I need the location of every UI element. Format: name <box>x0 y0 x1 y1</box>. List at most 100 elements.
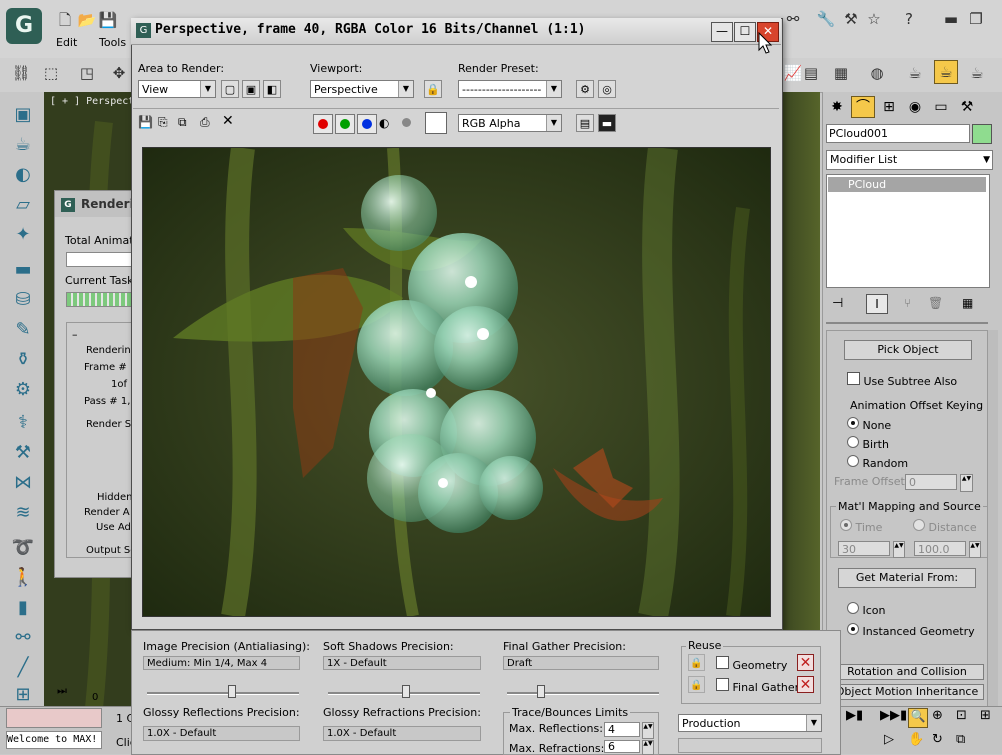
distance-spinner-arrows[interactable]: ▲▼ <box>969 541 981 558</box>
next-frame-icon[interactable]: ▶▶▮ <box>880 708 907 723</box>
render-frame-icon[interactable]: ☕ <box>904 62 926 84</box>
fov-icon[interactable]: ▷ <box>884 732 894 747</box>
lock-viewport-icon[interactable]: 🔒 <box>424 80 442 98</box>
render-preset-dropdown[interactable]: -------------------- ▼ <box>458 80 562 98</box>
bucket-icon[interactable]: ⚱ <box>10 347 36 373</box>
make-unique-icon[interactable]: ⑂ <box>904 296 911 310</box>
use-subtree-checkbox[interactable]: Use Subtree Also <box>847 372 957 388</box>
save-icon[interactable]: 💾 <box>97 9 119 31</box>
clone-frame-icon[interactable]: ⧉ <box>178 115 187 130</box>
clip-icon[interactable]: ▮ <box>10 595 36 621</box>
time-radio[interactable]: Time <box>840 519 882 534</box>
time-radio-dot[interactable] <box>840 519 852 531</box>
display-tab-icon[interactable]: ▭ <box>929 96 953 118</box>
quick-render-icon[interactable]: ☕ <box>966 62 988 84</box>
favorites-star-icon[interactable]: ☆ <box>863 8 885 30</box>
collapse-toggle[interactable]: – <box>72 328 78 341</box>
time-config-icon[interactable]: ⏭ <box>57 684 67 698</box>
copy-image-icon[interactable]: ⎘ <box>158 115 168 130</box>
time-spinner[interactable]: 30 <box>838 541 890 556</box>
cylinder-icon[interactable]: ⛁ <box>10 287 36 313</box>
hierarchy-tab-icon[interactable]: ⊞ <box>877 96 901 118</box>
frame-maximize-button[interactable]: ☐ <box>734 22 756 42</box>
rotation-collision-rollout[interactable]: Rotation and Collision <box>830 664 984 680</box>
new-file-icon[interactable]: 🗋 <box>54 9 76 31</box>
schematic-view-icon[interactable]: ▤ <box>800 62 822 84</box>
configure-sets-icon[interactable]: ▦ <box>962 296 973 310</box>
viewport-label[interactable]: [ + ] Perspect <box>50 96 134 107</box>
loop-icon[interactable]: ➰ <box>10 535 36 561</box>
instanced-geometry-radio[interactable]: Instanced Geometry <box>847 623 975 638</box>
soft-shadows-slider-thumb[interactable] <box>402 685 410 698</box>
use-subtree-check[interactable] <box>847 372 860 385</box>
distance-spinner[interactable]: 100.0 <box>914 541 966 556</box>
menu-tools[interactable]: Tools <box>99 36 126 49</box>
glossy-refractions-value[interactable]: 1.0X - Default <box>323 726 481 741</box>
red-channel-button[interactable] <box>313 114 333 134</box>
icon-radio[interactable]: Icon <box>847 602 886 617</box>
wave-icon[interactable]: ≋ <box>10 500 36 526</box>
auto-region-icon[interactable]: ▣ <box>242 80 260 98</box>
show-end-result-icon[interactable]: I <box>866 294 888 314</box>
max-refractions-spinner[interactable]: 6 <box>604 740 640 753</box>
get-material-button[interactable]: Get Material From: <box>838 568 976 588</box>
play-back-icon[interactable]: ▶▮ <box>846 708 863 723</box>
final-gather-check[interactable] <box>716 678 729 691</box>
save-image-icon[interactable]: 💾 <box>138 115 153 129</box>
max-reflections-spinner[interactable]: 4 <box>604 722 640 737</box>
alpha-channel-icon[interactable]: ◐ <box>379 116 389 130</box>
offset-random-radio-dot[interactable] <box>847 455 859 467</box>
object-color-swatch[interactable] <box>972 124 992 144</box>
link-icon[interactable]: ⚯ <box>10 625 36 651</box>
edit-region-icon[interactable]: ▢ <box>221 80 239 98</box>
preset-production-dropdown[interactable]: Production ▼ <box>678 714 822 732</box>
final-gather-slider-thumb[interactable] <box>537 685 545 698</box>
area-to-render-dropdown[interactable]: View ▼ <box>138 80 216 98</box>
final-gather-slider[interactable] <box>507 692 659 695</box>
star-shape-icon[interactable]: ✦ <box>10 222 36 248</box>
select-object-icon[interactable]: ◳ <box>76 62 98 84</box>
create-box-icon[interactable]: ▣ <box>10 102 36 128</box>
offset-none-radio-dot[interactable] <box>847 417 859 429</box>
image-precision-slider[interactable] <box>147 692 299 695</box>
minimize-app-icon[interactable]: ▬ <box>940 8 962 30</box>
object-name-field[interactable]: PCloud001 <box>826 124 970 143</box>
distance-radio-dot[interactable] <box>913 519 925 531</box>
pick-object-button[interactable]: Pick Object <box>844 340 972 360</box>
clear-geometry-cache-icon[interactable]: ✕ <box>797 654 814 671</box>
help-icon[interactable]: ? <box>898 8 920 30</box>
spline-icon[interactable]: ⋈ <box>10 470 36 496</box>
welcome-text[interactable]: Welcome to MAX! <box>6 731 102 749</box>
offset-random-radio[interactable]: Random <box>847 455 908 470</box>
color-swatch[interactable] <box>425 112 447 134</box>
glossy-reflections-value[interactable]: 1.0X - Default <box>143 726 300 741</box>
render-setup-icon[interactable]: ◍ <box>866 62 888 84</box>
app-logo-icon[interactable]: G <box>6 8 42 44</box>
wrench-icon[interactable]: 🔧 <box>815 8 837 30</box>
material-editor-icon[interactable]: ▦ <box>830 62 852 84</box>
environment-icon[interactable]: ◎ <box>598 80 616 98</box>
final-gather-checkbox[interactable]: Final Gather <box>716 678 799 694</box>
teapot-icon[interactable]: ☕ <box>10 132 36 158</box>
maxscript-listener[interactable] <box>6 708 102 728</box>
create-tab-icon[interactable]: ✸ <box>825 96 849 118</box>
orbit-icon[interactable]: ↻ <box>932 732 943 747</box>
zoom-all-icon[interactable]: ⊕ <box>932 708 943 723</box>
utilities-tab-icon[interactable]: ⚒ <box>955 96 979 118</box>
frame-offset-arrows[interactable]: ▲▼ <box>960 474 973 492</box>
instanced-radio-dot[interactable] <box>847 623 859 635</box>
deform-icon[interactable]: ⚒ <box>10 440 36 466</box>
frame-offset-spinner[interactable]: 0 <box>905 474 957 490</box>
final-gather-lock-icon[interactable]: 🔒 <box>688 676 705 693</box>
move-icon[interactable]: ✥ <box>108 62 130 84</box>
monochrome-icon[interactable] <box>402 118 411 127</box>
pin-stack-icon[interactable]: ⊣ <box>832 296 843 311</box>
plane-icon[interactable]: ▱ <box>10 192 36 218</box>
biped-icon[interactable]: 🚶 <box>10 565 36 591</box>
pencil-icon[interactable]: ✎ <box>10 317 36 343</box>
menu-edit[interactable]: Edit <box>56 36 77 49</box>
pan-hand-icon[interactable]: ✋ <box>908 732 924 747</box>
distance-radio[interactable]: Distance <box>913 519 977 534</box>
view-icon[interactable]: ▬ <box>10 257 36 283</box>
clear-icon[interactable]: ✕ <box>222 113 234 129</box>
